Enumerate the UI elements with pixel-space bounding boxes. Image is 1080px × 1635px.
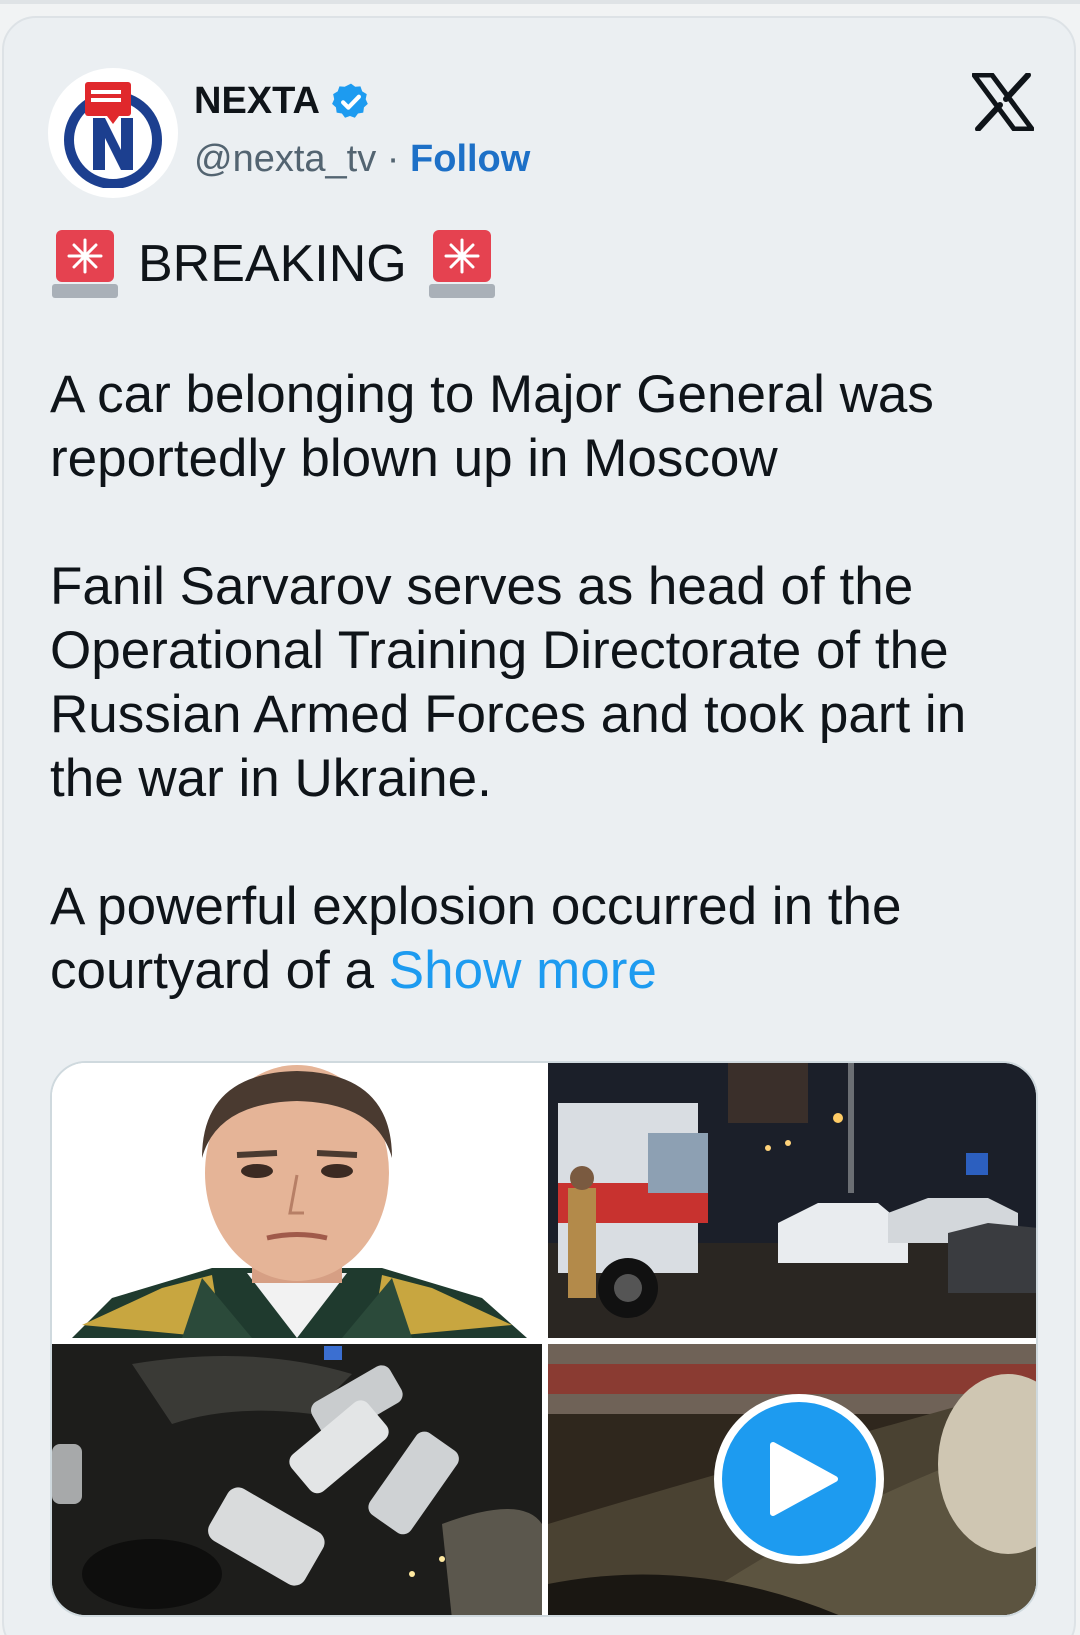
follow-button[interactable]: Follow bbox=[410, 138, 530, 180]
avatar[interactable] bbox=[48, 68, 178, 198]
tweet-card[interactable]: NEXTA @nexta_tv · Follow BREAKING A car … bbox=[2, 16, 1076, 1635]
post-paragraph: Fanil Sarvarov serves as head of the Ope… bbox=[50, 557, 967, 808]
post-body: A car belonging to Major General was rep… bbox=[50, 363, 1050, 1003]
post-truncated-paragraph: A powerful explosion occurred in the cou… bbox=[50, 875, 1050, 1003]
show-more-link[interactable]: Show more bbox=[389, 941, 657, 1000]
author-name[interactable]: NEXTA bbox=[194, 80, 320, 123]
x-logo-icon[interactable] bbox=[972, 73, 1034, 131]
fire-truck-scene-photo[interactable] bbox=[548, 1063, 1036, 1338]
portrait-photo[interactable] bbox=[52, 1063, 542, 1338]
aerial-scene-image bbox=[52, 1344, 542, 1615]
night-scene-image bbox=[548, 1063, 1036, 1338]
breaking-line: BREAKING bbox=[50, 228, 497, 300]
nexta-logo-icon bbox=[64, 82, 162, 188]
aerial-parking-photo[interactable] bbox=[52, 1344, 542, 1615]
author-handle[interactable]: @nexta_tv bbox=[194, 138, 376, 180]
breaking-label: BREAKING bbox=[138, 235, 407, 293]
play-button[interactable] bbox=[714, 1394, 884, 1564]
siren-icon bbox=[428, 230, 495, 298]
media-grid bbox=[50, 1061, 1038, 1617]
top-divider bbox=[0, 0, 1080, 4]
post-paragraph: A car belonging to Major General was rep… bbox=[50, 365, 934, 488]
handle-separator: · bbox=[386, 138, 411, 180]
siren-icon bbox=[52, 230, 118, 298]
author-name-row[interactable]: NEXTA bbox=[194, 80, 372, 123]
play-icon bbox=[770, 1442, 838, 1516]
portrait-image bbox=[52, 1063, 542, 1338]
verified-badge-icon bbox=[332, 83, 368, 118]
page: NEXTA @nexta_tv · Follow BREAKING A car … bbox=[0, 0, 1080, 1635]
handle-row: @nexta_tv · Follow bbox=[194, 138, 530, 181]
ambulance-video[interactable] bbox=[548, 1344, 1036, 1615]
